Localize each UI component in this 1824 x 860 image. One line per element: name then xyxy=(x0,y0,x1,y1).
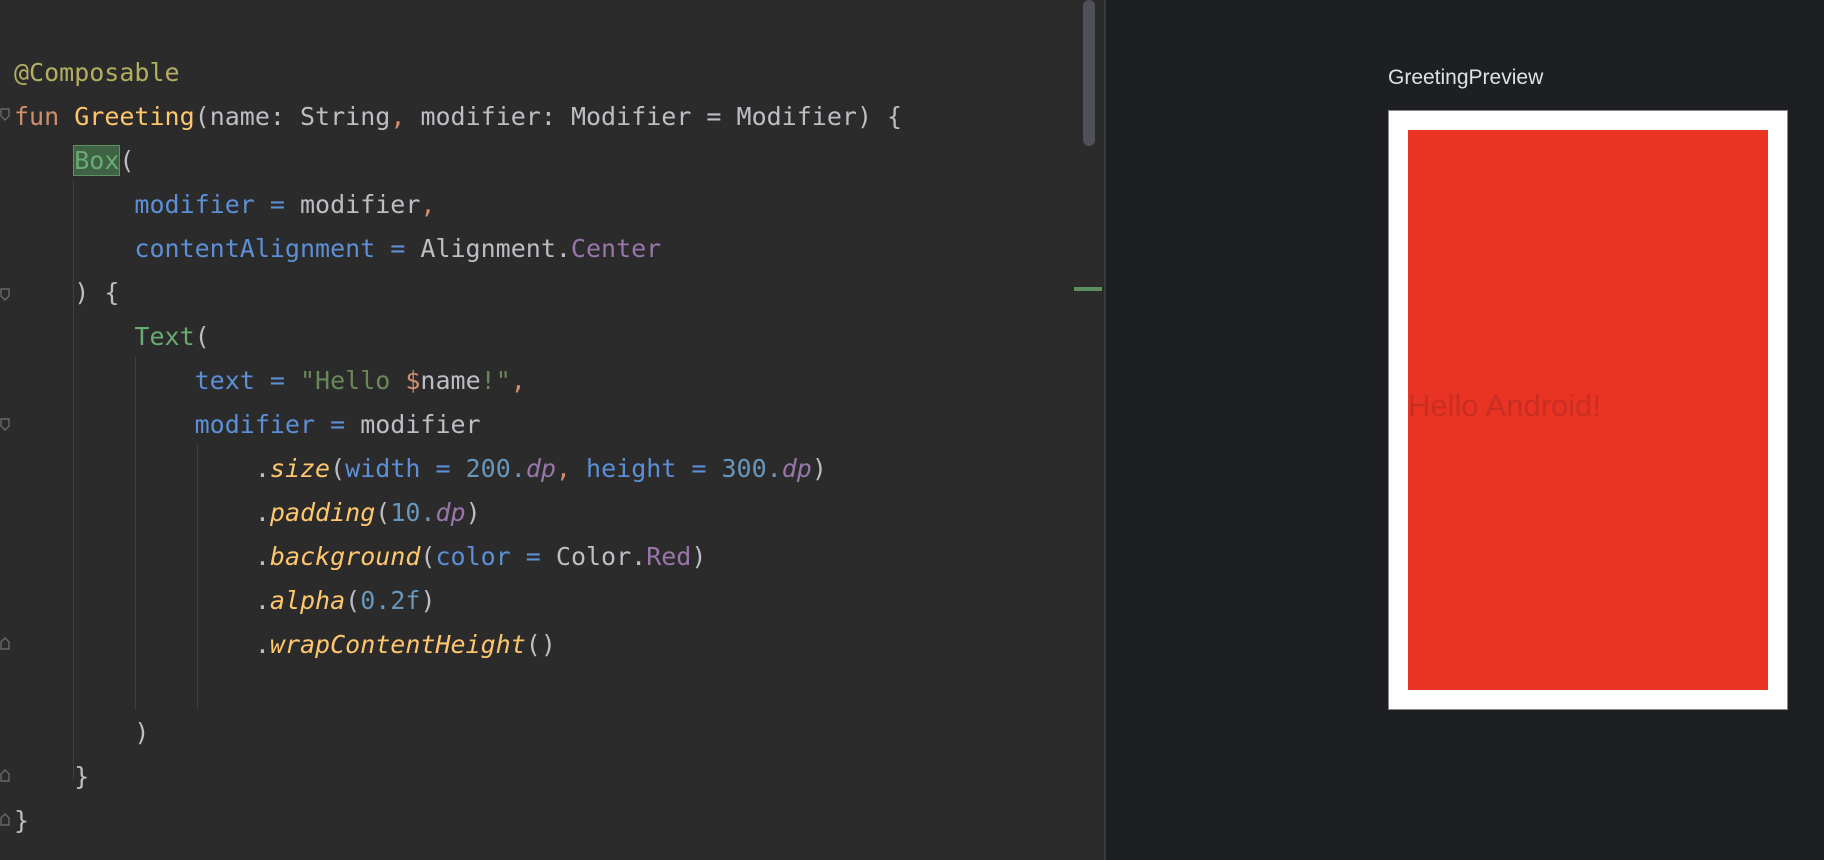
annotation: @Composable xyxy=(14,58,180,87)
identifier: modifier xyxy=(300,190,421,219)
code-line-5: contentAlignment = Alignment.Center xyxy=(14,227,661,271)
unit-extension: dp xyxy=(781,454,812,483)
identifier: Alignment. xyxy=(420,234,571,263)
fold-end-icon[interactable] xyxy=(0,812,10,826)
fold-end-icon[interactable] xyxy=(0,768,10,782)
extension-function: background xyxy=(269,542,421,571)
punctuation: ) { xyxy=(856,102,903,131)
code-line-2: fun Greeting(name: String, modifier: Mod… xyxy=(14,95,902,139)
function-name: Greeting xyxy=(74,102,195,131)
fold-marker-icon[interactable] xyxy=(0,418,10,432)
code-line-8: text = "Hello $name!", xyxy=(14,359,526,403)
code-line-3: Box( xyxy=(14,139,134,183)
punctuation: ) { xyxy=(74,278,120,307)
punctuation: } xyxy=(14,806,30,835)
punctuation: ) xyxy=(134,718,150,747)
dot: . xyxy=(254,498,270,527)
code-line-12: .background(color = Color.Red) xyxy=(14,535,707,579)
punctuation: ( xyxy=(375,498,391,527)
punctuation: } xyxy=(74,762,90,791)
code-line-6: ) { xyxy=(14,271,119,315)
punctuation: ( xyxy=(194,322,210,351)
extension-function: size xyxy=(269,454,331,483)
dot: . xyxy=(254,542,270,571)
fold-marker-icon[interactable] xyxy=(0,288,10,302)
template-escape: $ xyxy=(405,366,421,395)
punctuation: , xyxy=(510,366,526,395)
number-literal: 0.2f xyxy=(360,586,421,615)
composable-call: Text xyxy=(134,322,195,351)
punctuation: ( xyxy=(420,542,436,571)
number-literal: 200. xyxy=(465,454,526,483)
template-variable: name xyxy=(420,366,481,395)
punctuation: ) xyxy=(420,586,436,615)
punctuation: ( xyxy=(345,586,361,615)
preview-title: GreetingPreview xyxy=(1388,66,1544,89)
string-literal: !" xyxy=(480,366,511,395)
named-argument: height xyxy=(570,454,677,483)
code-line-1: @Composable xyxy=(14,51,180,95)
operator: = xyxy=(420,454,466,483)
parameter-decl: modifier: Modifier = Modifier xyxy=(405,102,857,131)
punctuation: ( xyxy=(330,454,346,483)
punctuation: , xyxy=(390,102,406,131)
unit-extension: dp xyxy=(525,454,556,483)
member: Center xyxy=(570,234,662,263)
identifier: Color. xyxy=(555,542,647,571)
operator: = xyxy=(254,190,300,219)
named-argument: modifier xyxy=(134,190,255,219)
code-line-7: Text( xyxy=(14,315,210,359)
named-argument: color xyxy=(435,542,511,571)
code-line-16: ) xyxy=(14,711,149,755)
punctuation: ( xyxy=(119,146,135,175)
code-line-17: } xyxy=(14,755,89,799)
named-argument: text xyxy=(194,366,255,395)
code-line-10: .size(width = 200.dp, height = 300.dp) xyxy=(14,447,827,491)
operator: = xyxy=(254,366,300,395)
named-argument: width xyxy=(345,454,421,483)
vertical-scrollbar[interactable] xyxy=(1083,0,1095,146)
preview-hello-text: Hello Android! xyxy=(1408,388,1602,423)
code-editor[interactable]: @Composable fun Greeting(name: String, m… xyxy=(0,0,1104,860)
identifier: modifier xyxy=(360,410,481,439)
operator: = xyxy=(315,410,361,439)
extension-function: alpha xyxy=(269,586,346,615)
change-marker xyxy=(1074,287,1102,291)
member: Red xyxy=(646,542,692,571)
code-line-4: modifier = modifier, xyxy=(14,183,435,227)
box-call-highlight: Box xyxy=(73,145,121,176)
dot: . xyxy=(254,630,270,659)
punctuation: , xyxy=(555,454,571,483)
number-literal: 300. xyxy=(721,454,782,483)
parameter-decl: name: String xyxy=(209,102,391,131)
code-line-14: .wrapContentHeight() xyxy=(14,623,556,667)
extension-function: wrapContentHeight xyxy=(269,630,526,659)
number-literal: 10. xyxy=(390,498,436,527)
named-argument: modifier xyxy=(194,410,316,439)
keyword: fun xyxy=(14,102,60,131)
extension-function: padding xyxy=(269,498,376,527)
named-argument: contentAlignment xyxy=(134,234,376,263)
code-line-11: .padding(10.dp) xyxy=(14,491,481,535)
operator: = xyxy=(510,542,556,571)
fold-marker-icon[interactable] xyxy=(0,108,10,122)
operator: = xyxy=(375,234,421,263)
punctuation: () xyxy=(525,630,556,659)
punctuation: ) xyxy=(811,454,827,483)
operator: = xyxy=(676,454,722,483)
dot: . xyxy=(254,586,270,615)
string-literal: "Hello xyxy=(300,366,406,395)
punctuation: ) xyxy=(465,498,481,527)
punctuation: ( xyxy=(194,102,210,131)
code-line-9: modifier = modifier xyxy=(14,403,481,447)
fold-end-icon[interactable] xyxy=(0,636,10,650)
code-line-13: .alpha(0.2f) xyxy=(14,579,436,623)
code-line-18: } xyxy=(14,799,29,843)
punctuation: ) xyxy=(691,542,707,571)
punctuation: , xyxy=(420,190,436,219)
dot: . xyxy=(254,454,270,483)
unit-extension: dp xyxy=(435,498,466,527)
